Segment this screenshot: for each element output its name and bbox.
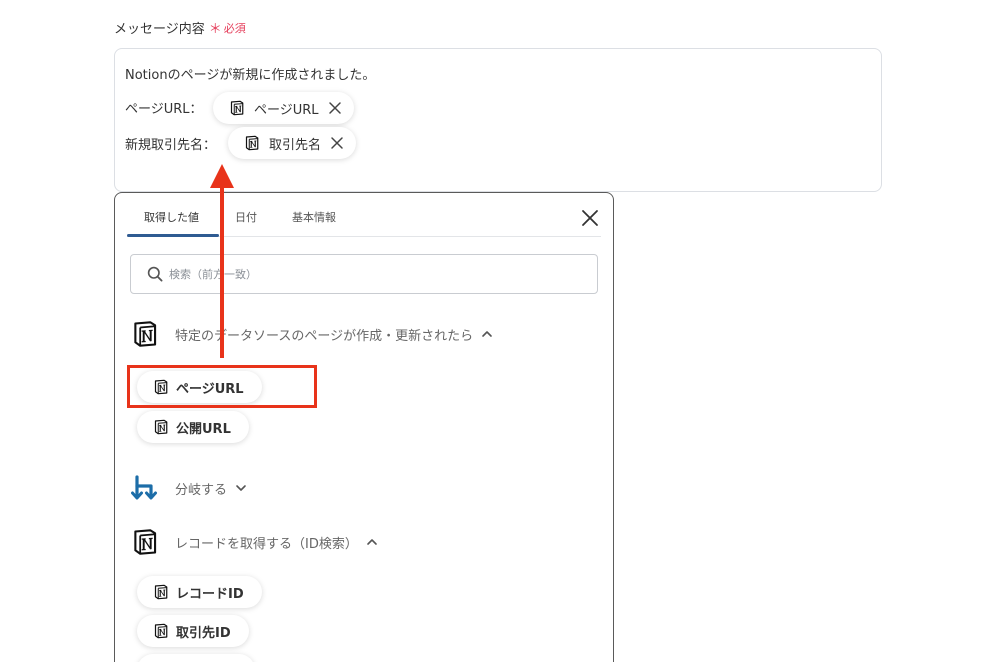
notion-icon xyxy=(153,419,169,435)
notion-icon xyxy=(244,135,260,151)
notion-icon xyxy=(229,100,245,116)
close-panel-icon[interactable] xyxy=(581,209,599,227)
item-label: 取引先ID xyxy=(176,625,231,641)
section-get-record[interactable]: レコードを取得する（ID検索） xyxy=(131,528,378,556)
section-branch[interactable]: 分岐する xyxy=(131,474,247,502)
variable-chip-account-name[interactable]: 取引先名 xyxy=(228,127,357,159)
tab-basic-info[interactable]: 基本情報 xyxy=(292,209,336,225)
notion-icon xyxy=(131,528,159,556)
chevron-up-icon xyxy=(482,331,492,337)
chevron-up-icon xyxy=(367,539,377,545)
message-field-label: メッセージ内容 ＊ 必須 xyxy=(114,18,246,38)
notion-icon xyxy=(131,320,159,348)
required-mark: ＊ xyxy=(208,22,222,37)
section-title: 分岐する xyxy=(175,482,228,498)
search-icon xyxy=(147,266,163,282)
message-line-2-label: ページURL： xyxy=(125,102,203,117)
tab-acquired-values[interactable]: 取得した値 xyxy=(144,209,199,225)
field-label-text: メッセージ内容 xyxy=(114,22,205,37)
section-data-source-trigger[interactable]: 特定のデータソースのページが作成・更新されたら xyxy=(131,320,493,348)
branch-icon xyxy=(131,475,157,500)
item-label: レコードID xyxy=(176,586,244,602)
panel-tabs: 取得した値 日付 基本情報 xyxy=(127,193,601,237)
required-text: 必須 xyxy=(223,21,246,35)
close-icon[interactable] xyxy=(328,101,342,115)
chevron-down-icon xyxy=(236,485,246,491)
section-title: レコードを取得する（ID検索） xyxy=(175,536,358,552)
annotation-highlight-box xyxy=(127,365,317,408)
annotation-arrow-head xyxy=(210,164,234,188)
close-icon[interactable] xyxy=(330,136,344,150)
variable-picker-panel: 取得した値 日付 基本情報 特定のデータソースのページが作成・更新されたら ペー… xyxy=(114,192,614,662)
search-box[interactable] xyxy=(130,254,598,294)
variable-item-record-id[interactable]: レコードID xyxy=(137,576,262,608)
notion-icon xyxy=(153,623,169,639)
variable-chip-page-url[interactable]: ページURL xyxy=(213,92,354,124)
variable-item-account-id[interactable]: 取引先ID xyxy=(137,615,249,647)
variable-item-partial[interactable] xyxy=(137,654,255,662)
annotation-arrow-shaft xyxy=(220,184,224,358)
notion-icon xyxy=(153,584,169,600)
variable-item-public-url[interactable]: 公開URL xyxy=(137,411,249,443)
tab-date[interactable]: 日付 xyxy=(235,209,257,225)
chip-label: ページURL xyxy=(254,102,319,118)
message-line-1: Notionのページが新規に作成されました。 xyxy=(125,68,376,83)
search-input[interactable] xyxy=(169,267,569,281)
message-line-3-label: 新規取引先名： xyxy=(125,138,217,153)
item-label: 公開URL xyxy=(176,421,231,437)
chip-label: 取引先名 xyxy=(269,137,322,153)
active-tab-indicator xyxy=(127,234,219,237)
